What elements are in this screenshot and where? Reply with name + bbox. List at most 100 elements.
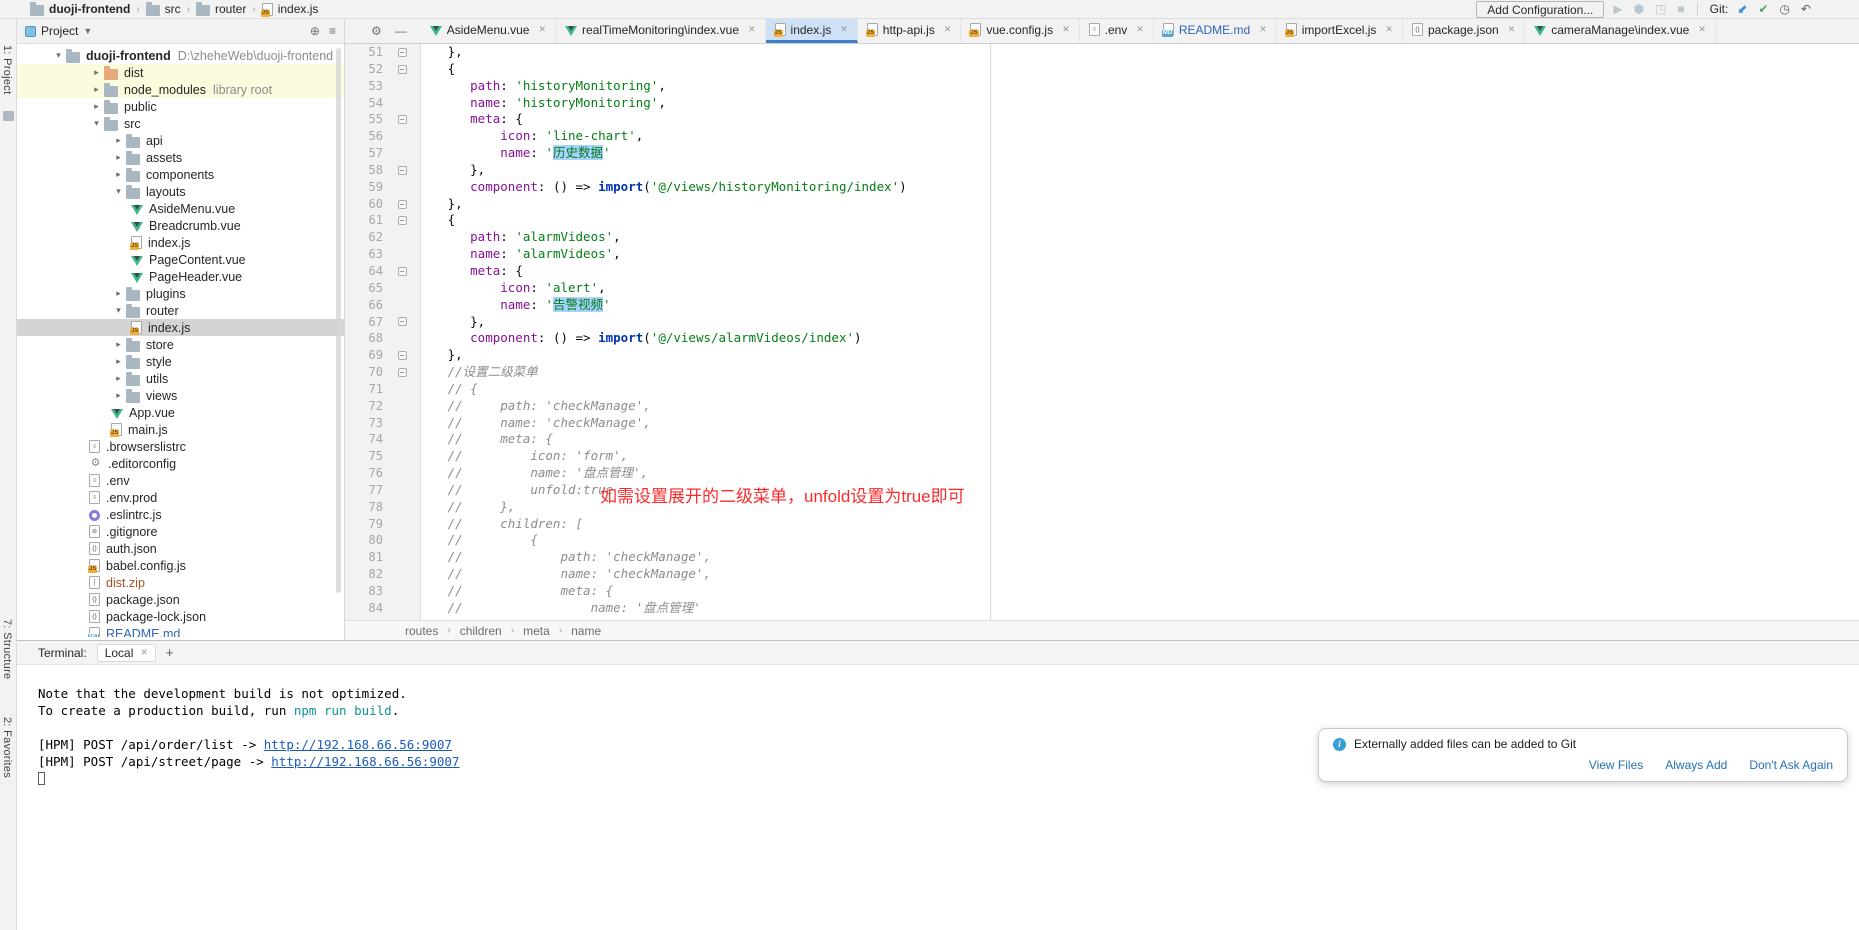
breadcrumb-item[interactable]: router — [196, 2, 246, 16]
chevron-right-icon[interactable]: ▸ — [89, 84, 104, 95]
chevron-down-icon[interactable]: ▾ — [51, 50, 66, 61]
editor-tab[interactable]: {}package.json✕ — [1403, 19, 1525, 43]
editor-tab[interactable]: vue.config.js✕ — [961, 19, 1079, 43]
fold-marker-icon[interactable]: − — [398, 166, 407, 175]
tree-row[interactable]: index.js — [17, 234, 344, 251]
chevron-right-icon[interactable]: ▸ — [111, 373, 126, 384]
chevron-right-icon[interactable]: ▸ — [111, 339, 126, 350]
chevron-right-icon[interactable]: ▸ — [89, 101, 104, 112]
close-icon[interactable]: ✕ — [1136, 24, 1144, 35]
fold-marker-icon[interactable]: − — [398, 65, 407, 74]
tree-row[interactable]: ┆dist.zip — [17, 574, 344, 591]
tree-row[interactable]: index.js — [17, 319, 344, 336]
editor-breadcrumb-item[interactable]: name — [571, 624, 601, 638]
close-icon[interactable]: ✕ — [944, 24, 952, 35]
tree-row[interactable]: PageContent.vue — [17, 251, 344, 268]
tree-row[interactable]: ≡.browserslistrc — [17, 438, 344, 455]
editor-breadcrumb-item[interactable]: children — [460, 624, 502, 638]
tree-row[interactable]: babel.config.js — [17, 557, 344, 574]
close-icon[interactable]: ✕ — [538, 24, 546, 35]
run-button[interactable]: ▶ — [1613, 3, 1622, 15]
tree-row[interactable]: {}auth.json — [17, 540, 344, 557]
tree-row[interactable]: README.md — [17, 625, 344, 637]
chevron-right-icon[interactable]: ▸ — [111, 152, 126, 163]
tree-row[interactable]: ≡.env — [17, 472, 344, 489]
editor-tab[interactable]: cameraManage\index.vue✕ — [1525, 19, 1716, 43]
editor-breadcrumb-item[interactable]: routes — [405, 624, 438, 638]
chevron-down-icon[interactable]: ▼ — [83, 26, 92, 36]
fold-marker-icon[interactable]: − — [398, 351, 407, 360]
git-rollback-button[interactable]: ↶ — [1801, 3, 1811, 15]
tree-row[interactable]: ⚙.editorconfig — [17, 455, 344, 472]
tree-row[interactable]: .eslintrc.js — [17, 506, 344, 523]
tree-row[interactable]: ▸assets — [17, 149, 344, 166]
chevron-right-icon[interactable]: ▸ — [111, 390, 126, 401]
fold-marker-icon[interactable]: − — [398, 317, 407, 326]
chevron-down-icon[interactable]: ▾ — [111, 305, 126, 316]
tree-row[interactable]: ⊘.gitignore — [17, 523, 344, 540]
fold-marker-icon[interactable]: − — [398, 216, 407, 225]
tree-row[interactable]: Breadcrumb.vue — [17, 217, 344, 234]
stripe-favorites-button[interactable]: 2: Favorites — [1, 717, 13, 778]
git-history-button[interactable]: ◷ — [1779, 3, 1789, 15]
chevron-right-icon[interactable]: ▸ — [111, 135, 126, 146]
tree-row[interactable]: PageHeader.vue — [17, 268, 344, 285]
terminal-link[interactable]: http://192.168.66.56:9007 — [271, 754, 459, 769]
notification-action-link[interactable]: Don't Ask Again — [1749, 758, 1833, 772]
tree-row[interactable]: ▸public — [17, 98, 344, 115]
chevron-right-icon[interactable]: ▸ — [111, 356, 126, 367]
notification-action-link[interactable]: Always Add — [1665, 758, 1727, 772]
tree-row[interactable]: ▸dist — [17, 64, 344, 81]
chevron-right-icon[interactable]: ▸ — [111, 288, 126, 299]
tree-row[interactable]: ▸api — [17, 132, 344, 149]
git-update-button[interactable]: ⬋ — [1737, 3, 1747, 15]
locate-file-button[interactable]: ⊕ — [310, 24, 320, 38]
debug-button[interactable]: ⬢ — [1634, 3, 1644, 15]
tree-row[interactable]: ▸views — [17, 387, 344, 404]
tree-scrollbar[interactable] — [336, 48, 341, 593]
tree-row[interactable]: {}package-lock.json — [17, 608, 344, 625]
tree-row[interactable]: ▾duoji-frontendD:\zheheWeb\duoji-fronten… — [17, 47, 344, 64]
close-icon[interactable]: ✕ — [1508, 24, 1516, 35]
tree-row[interactable]: ▸store — [17, 336, 344, 353]
chevron-right-icon[interactable]: ▸ — [111, 169, 126, 180]
tree-row[interactable]: ▾layouts — [17, 183, 344, 200]
close-icon[interactable]: ✕ — [748, 24, 756, 35]
run-with-coverage-button[interactable]: ◳ — [1655, 3, 1666, 15]
chevron-down-icon[interactable]: ▾ — [89, 118, 104, 129]
editor-tab[interactable]: index.js✕ — [766, 19, 858, 43]
add-configuration-button[interactable]: Add Configuration... — [1476, 1, 1604, 18]
stop-button[interactable]: ■ — [1677, 3, 1684, 15]
editor-tab[interactable]: http-api.js✕ — [858, 19, 962, 43]
tree-row[interactable]: ▸components — [17, 166, 344, 183]
breadcrumb-item[interactable]: duoji-frontend — [30, 2, 130, 16]
fold-marker-icon[interactable]: − — [398, 200, 407, 209]
notification-action-link[interactable]: View Files — [1589, 758, 1643, 772]
tree-row[interactable]: ≡.env.prod — [17, 489, 344, 506]
close-icon[interactable]: ✕ — [840, 24, 848, 35]
editor-tab[interactable]: realTimeMonitoring\index.vue✕ — [556, 19, 766, 43]
git-commit-button[interactable]: ✔ — [1758, 3, 1768, 15]
close-icon[interactable]: ✕ — [1385, 24, 1393, 35]
tree-row[interactable]: ▸utils — [17, 370, 344, 387]
breadcrumb-item[interactable]: src — [146, 2, 181, 16]
fold-marker-icon[interactable]: − — [398, 368, 407, 377]
close-icon[interactable]: ✕ — [1259, 24, 1267, 35]
close-icon[interactable]: ✕ — [1062, 24, 1070, 35]
stripe-project-button[interactable]: 1: Project — [1, 45, 13, 94]
tree-row[interactable]: ▸node_moduleslibrary root — [17, 81, 344, 98]
hide-panel-button[interactable]: — — [395, 24, 407, 38]
tree-row[interactable]: ▸plugins — [17, 285, 344, 302]
view-options-button[interactable]: ≡ — [329, 24, 336, 38]
code-editor[interactable]: 51− },52− {53 path: 'historyMonitoring',… — [345, 44, 1859, 620]
editor-tab[interactable]: ≡.env✕ — [1080, 19, 1154, 43]
tree-row[interactable]: {}package.json — [17, 591, 344, 608]
fold-marker-icon[interactable]: − — [398, 115, 407, 124]
chevron-right-icon[interactable]: ▸ — [89, 67, 104, 78]
close-icon[interactable]: ✕ — [1698, 24, 1706, 35]
close-icon[interactable]: ✕ — [140, 647, 148, 658]
terminal-tab-local[interactable]: Local ✕ — [97, 644, 156, 662]
editor-tab[interactable]: README.md✕ — [1154, 19, 1277, 43]
chevron-down-icon[interactable]: ▾ — [111, 186, 126, 197]
terminal-link[interactable]: http://192.168.66.56:9007 — [264, 737, 452, 752]
